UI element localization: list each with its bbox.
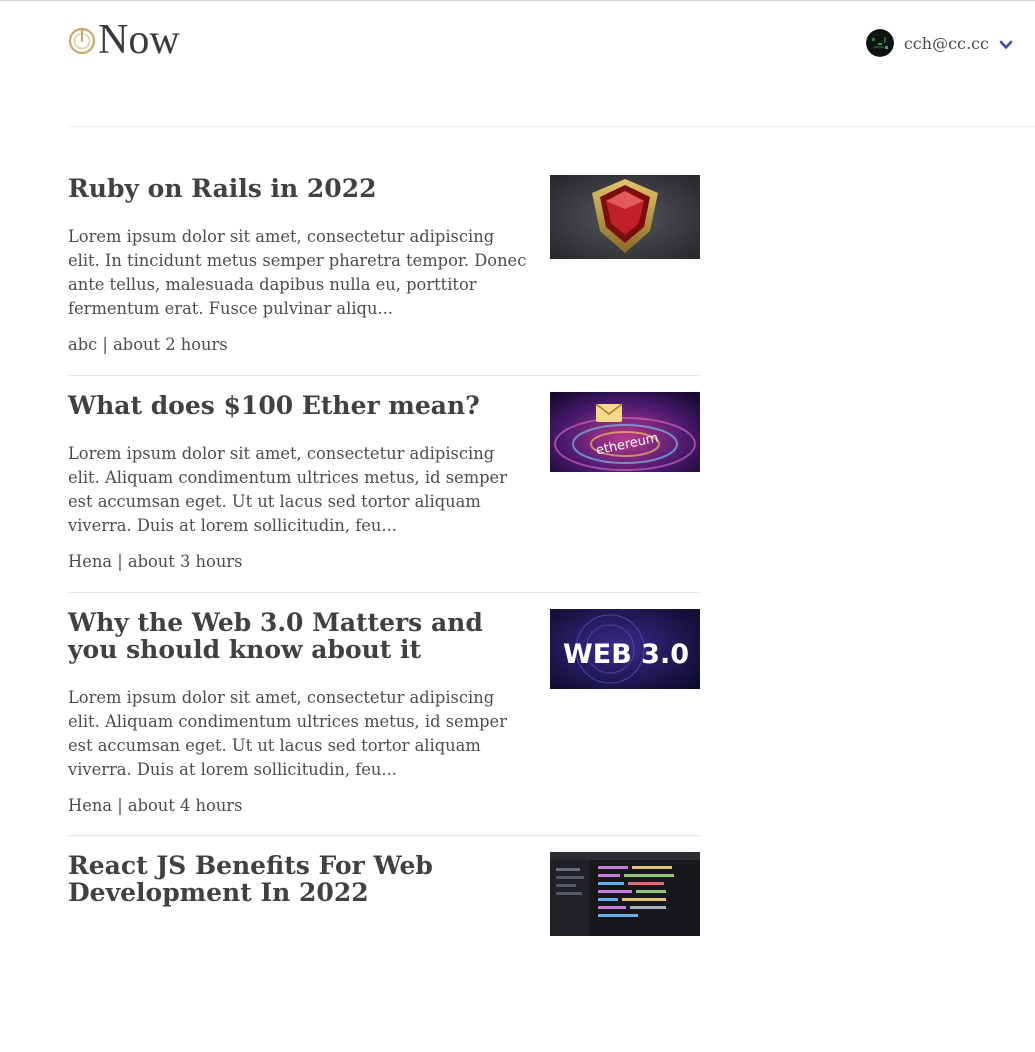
post-title[interactable]: What does $100 Ether mean?: [68, 392, 528, 419]
logo-text: Now: [98, 17, 180, 63]
power-icon: [68, 27, 96, 55]
post-thumbnail[interactable]: [550, 852, 700, 936]
post-title[interactable]: Ruby on Rails in 2022: [68, 175, 528, 202]
user-menu[interactable]: cch@cc.cc: [865, 29, 1013, 57]
thumbnail-caption: WEB 3.0: [563, 639, 689, 670]
post-thumbnail[interactable]: [550, 175, 700, 259]
post-meta: abc | about 2 hours: [68, 335, 228, 354]
post-feed: Ruby on Rails in 2022 Lorem ipsum dolor …: [68, 159, 700, 1052]
post-title[interactable]: React JS Benefits For Web Development In…: [68, 852, 528, 906]
post-item[interactable]: What does $100 Ether mean? Lorem ipsum d…: [68, 376, 700, 593]
post-item[interactable]: React JS Benefits For Web Development In…: [68, 836, 700, 1052]
user-email: cch@cc.cc: [903, 33, 989, 53]
post-meta: Hena | about 4 hours: [68, 796, 243, 815]
post-excerpt: Lorem ipsum dolor sit amet, consectetur …: [68, 227, 527, 318]
post-title[interactable]: Why the Web 3.0 Matters and you should k…: [68, 609, 528, 663]
header-divider: [68, 126, 1035, 127]
post-excerpt: Lorem ipsum dolor sit amet, consectetur …: [68, 688, 507, 779]
chevron-down-icon[interactable]: [999, 40, 1013, 50]
post-thumbnail[interactable]: ethereum: [550, 392, 700, 476]
logo-link[interactable]: Now: [68, 18, 180, 62]
post-meta: Hena | about 3 hours: [68, 552, 243, 571]
post-excerpt: Lorem ipsum dolor sit amet, consectetur …: [68, 444, 507, 535]
top-border: [0, 0, 1035, 1]
avatar-icon: [865, 29, 894, 57]
post-item[interactable]: Why the Web 3.0 Matters and you should k…: [68, 593, 700, 836]
post-thumbnail[interactable]: WEB 3.0: [550, 609, 700, 693]
post-item[interactable]: Ruby on Rails in 2022 Lorem ipsum dolor …: [68, 159, 700, 376]
